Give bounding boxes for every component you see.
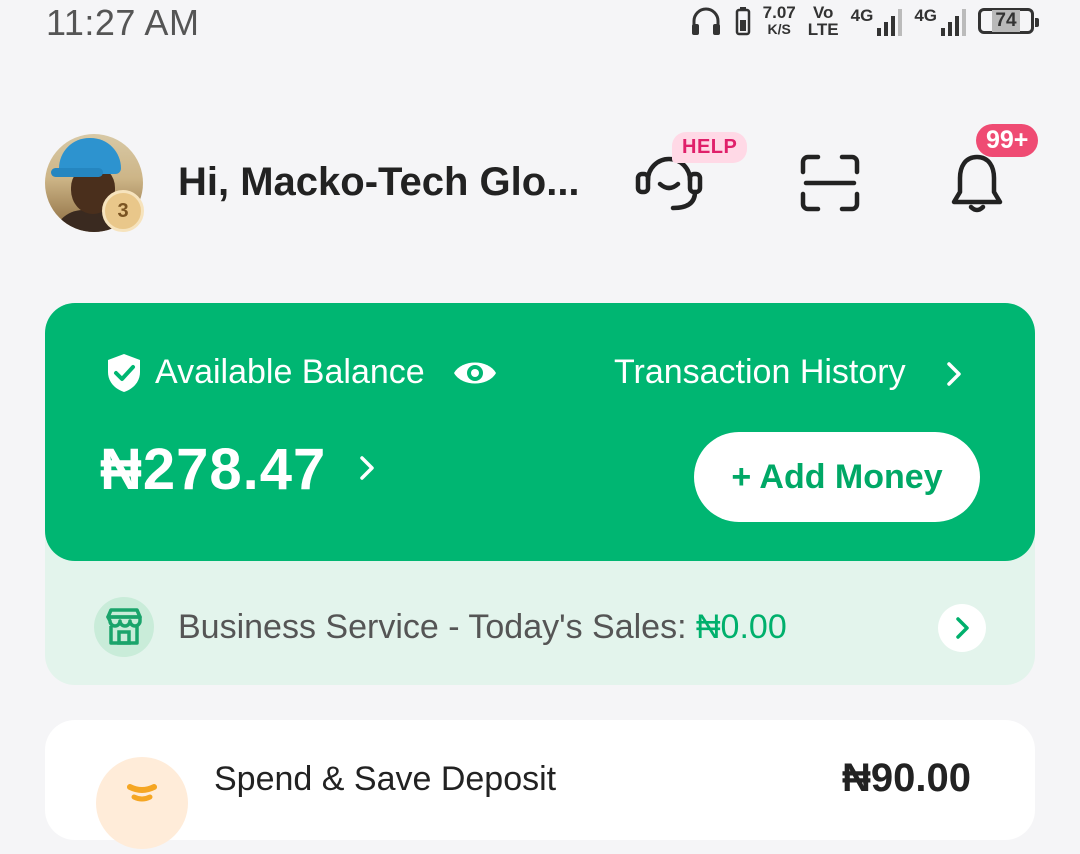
chevron-right-icon — [956, 617, 969, 639]
eye-icon[interactable] — [452, 355, 498, 391]
spend-save-title: Spend & Save Deposit — [214, 760, 557, 798]
greeting-text[interactable]: Hi, Macko-Tech Glo... — [178, 160, 580, 205]
net-speed-value: 7.07 — [762, 3, 796, 22]
signal-bar — [941, 28, 945, 36]
spend-save-amount: ₦90.00 — [842, 756, 971, 800]
net-speed: 7.07 K/S — [763, 4, 796, 38]
sim2-label: 4G — [914, 6, 937, 25]
scan-icon[interactable] — [800, 154, 860, 212]
transaction-history-link[interactable]: Transaction History — [614, 353, 906, 392]
balance-amount[interactable]: ₦278.47 — [100, 436, 326, 503]
signal-bar — [884, 22, 889, 36]
signal-bar — [877, 28, 882, 36]
volte-top: Vo — [812, 3, 834, 22]
business-service-label: Business Service - Today's Sales: — [178, 608, 696, 646]
headphones-icon — [691, 7, 720, 35]
available-balance-label: Available Balance — [155, 353, 425, 391]
net-speed-unit: K/S — [767, 21, 791, 37]
status-time: 11:27 AM — [46, 2, 200, 43]
add-money-button[interactable]: + Add Money — [694, 432, 980, 522]
help-badge[interactable]: HELP — [672, 132, 748, 163]
sim1-label: 4G — [850, 6, 874, 25]
volte-bottom: LTE — [807, 20, 839, 39]
signal-bar — [962, 9, 966, 36]
bell-icon[interactable] — [950, 152, 1004, 214]
signal-sim2: 4G — [914, 6, 966, 36]
signal-bar — [891, 16, 896, 36]
signal-bar — [948, 22, 952, 36]
business-service-text[interactable]: Business Service - Today's Sales: ₦0.00 — [178, 608, 787, 647]
shield-check-icon — [108, 354, 140, 392]
notification-badge: 99+ — [976, 124, 1039, 157]
signal-sim1: 4G — [851, 6, 903, 36]
todays-sales-value: ₦0.00 — [696, 608, 787, 646]
level-badge: 3 — [102, 190, 144, 232]
store-icon — [106, 608, 142, 645]
signal-bar — [955, 16, 959, 36]
piggy-icon — [127, 784, 157, 802]
status-icons: 7.07 K/S Vo LTE 4G 4G 74 — [689, 2, 1039, 40]
battery-saver-icon — [735, 7, 750, 36]
chevron-right-icon[interactable] — [358, 454, 376, 482]
store-icon-wrap — [94, 597, 154, 657]
battery-level: 74 — [992, 10, 1020, 32]
volte-indicator: Vo LTE — [808, 4, 839, 38]
business-service-chevron[interactable] — [938, 604, 986, 652]
battery-icon: 74 — [978, 8, 1039, 34]
chevron-right-icon[interactable] — [944, 360, 964, 388]
piggy-icon-wrap — [96, 757, 188, 849]
signal-bar — [898, 9, 903, 36]
